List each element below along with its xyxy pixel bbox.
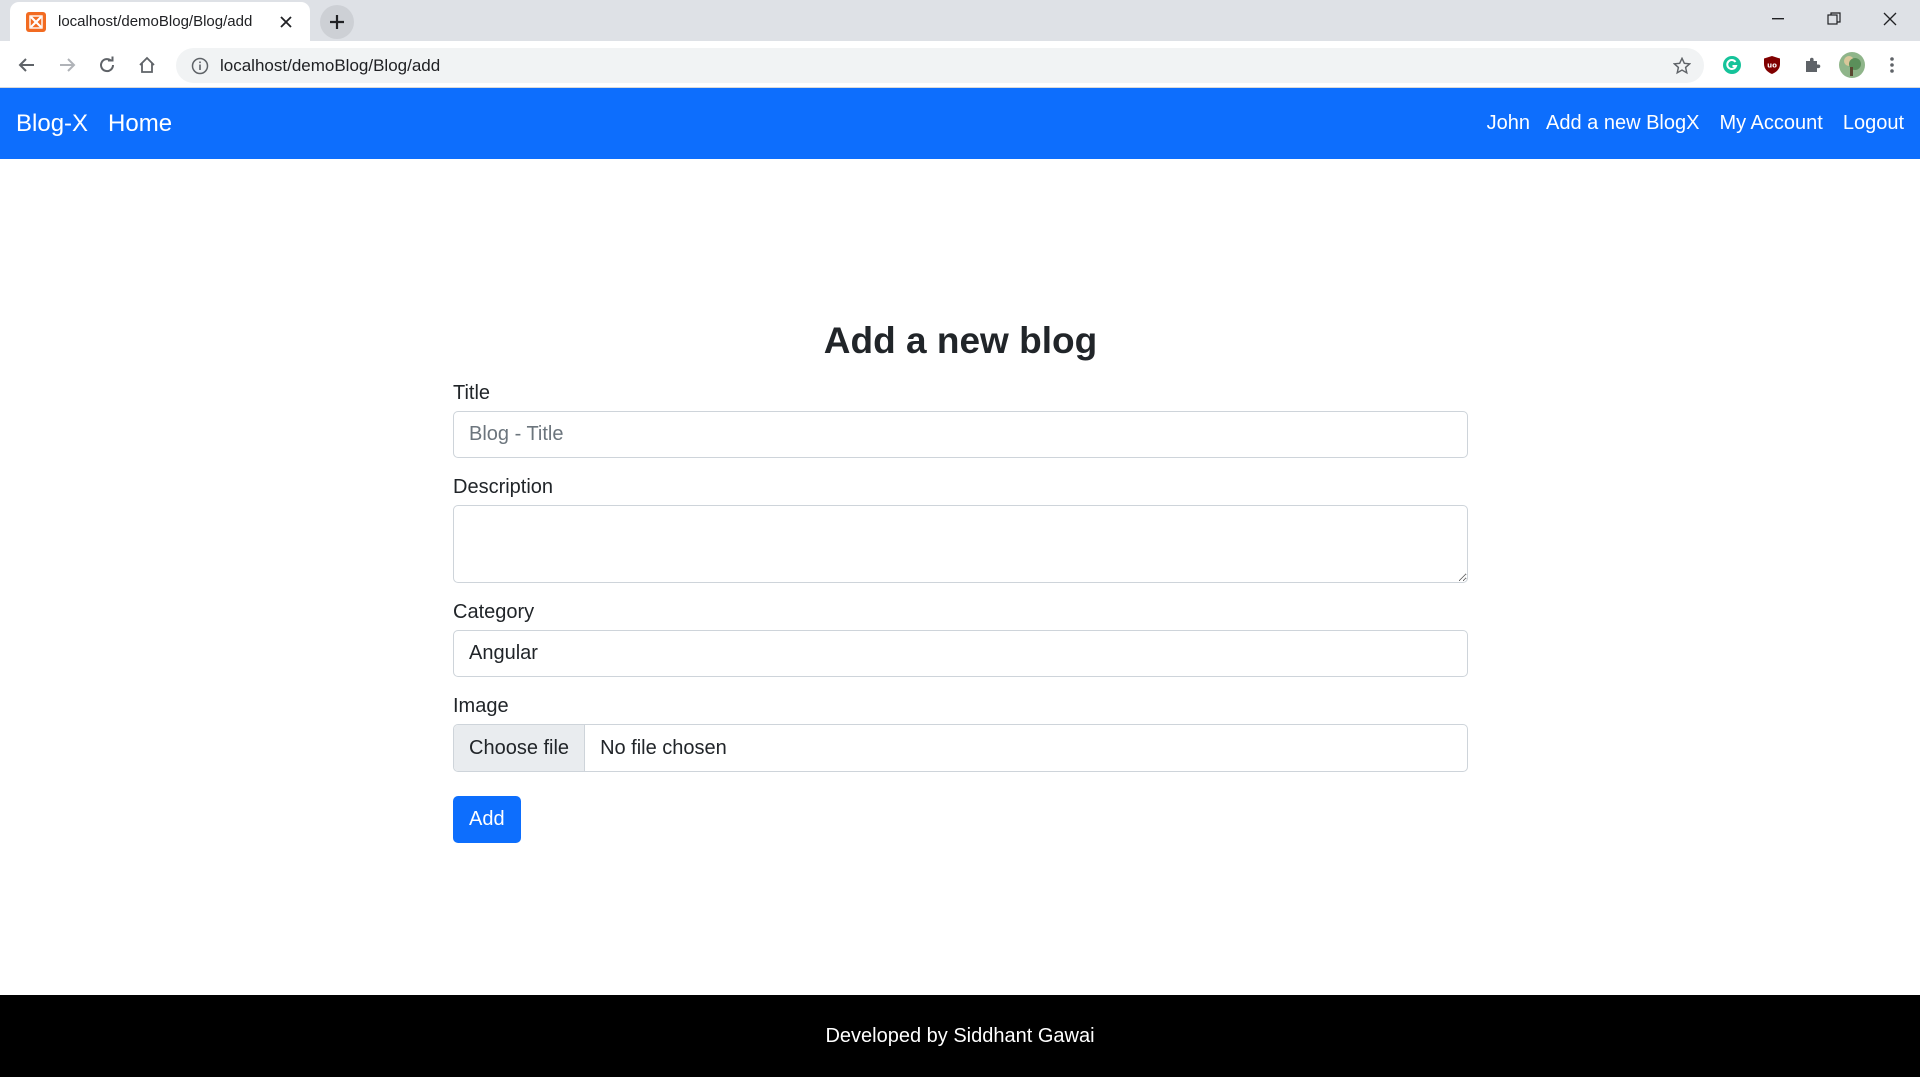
nav-my-account-link[interactable]: My Account <box>1719 112 1822 135</box>
svg-text:uo: uo <box>1767 62 1777 70</box>
browser-toolbar: localhost/demoBlog/Blog/add uo <box>0 41 1920 88</box>
site-info-icon[interactable] <box>180 57 220 75</box>
description-label: Description <box>453 476 554 498</box>
restore-icon[interactable] <box>1806 0 1862 38</box>
minimize-icon[interactable] <box>1750 0 1806 38</box>
category-group: Category Angular <box>453 601 1468 677</box>
footer-text: Developed by Siddhant Gawai <box>825 1024 1095 1047</box>
description-textarea[interactable] <box>453 505 1468 583</box>
browser-tabstrip: localhost/demoBlog/Blog/add <box>0 0 1920 41</box>
image-file-input[interactable]: Choose file No file chosen <box>453 724 1468 772</box>
title-input[interactable] <box>453 411 1468 458</box>
close-tab-icon[interactable] <box>276 12 296 32</box>
nav-add-blog-link[interactable]: Add a new BlogX <box>1546 112 1699 135</box>
forward-icon[interactable] <box>50 48 84 82</box>
reload-icon[interactable] <box>90 48 124 82</box>
add-blog-form: Add a new blog Title Description Categor… <box>453 320 1468 843</box>
back-icon[interactable] <box>10 48 44 82</box>
title-group: Title <box>453 382 1468 458</box>
browser-menu-icon[interactable] <box>1878 51 1906 79</box>
category-selected-value: Angular <box>469 642 538 664</box>
page-title: Add a new blog <box>823 320 1098 361</box>
nav-logout-link[interactable]: Logout <box>1843 112 1904 135</box>
site-footer: Developed by Siddhant Gawai <box>0 995 1920 1077</box>
home-icon[interactable] <box>130 48 164 82</box>
xampp-favicon-icon <box>26 11 46 32</box>
image-group: Image Choose file No file chosen <box>453 695 1468 772</box>
category-label: Category <box>453 601 535 623</box>
add-button[interactable]: Add <box>453 796 521 843</box>
address-bar[interactable]: localhost/demoBlog/Blog/add <box>176 48 1704 83</box>
ublock-origin-icon[interactable]: uo <box>1758 51 1786 79</box>
site-navbar: Blog-X Home John Add a new BlogX My Acco… <box>0 88 1920 159</box>
url-text: localhost/demoBlog/Blog/add <box>220 55 441 75</box>
image-label: Image <box>453 695 509 717</box>
close-window-icon[interactable] <box>1862 0 1918 38</box>
browser-tab[interactable]: localhost/demoBlog/Blog/add <box>10 2 310 41</box>
file-status-text: No file chosen <box>600 736 727 759</box>
bookmark-star-icon[interactable] <box>1670 54 1694 78</box>
nav-user-link[interactable]: John <box>1487 112 1530 135</box>
profile-avatar[interactable] <box>1838 51 1866 79</box>
brand-link[interactable]: Blog-X <box>16 110 88 138</box>
description-group: Description <box>453 476 1468 583</box>
extensions-puzzle-icon[interactable] <box>1798 51 1826 79</box>
new-tab-button[interactable] <box>320 5 354 39</box>
tab-title: localhost/demoBlog/Blog/add <box>58 13 253 30</box>
choose-file-button[interactable]: Choose file <box>454 725 586 771</box>
nav-home-link[interactable]: Home <box>108 110 172 138</box>
grammarly-icon[interactable] <box>1718 51 1746 79</box>
title-label: Title <box>453 382 491 404</box>
category-select[interactable]: Angular <box>453 630 1468 677</box>
